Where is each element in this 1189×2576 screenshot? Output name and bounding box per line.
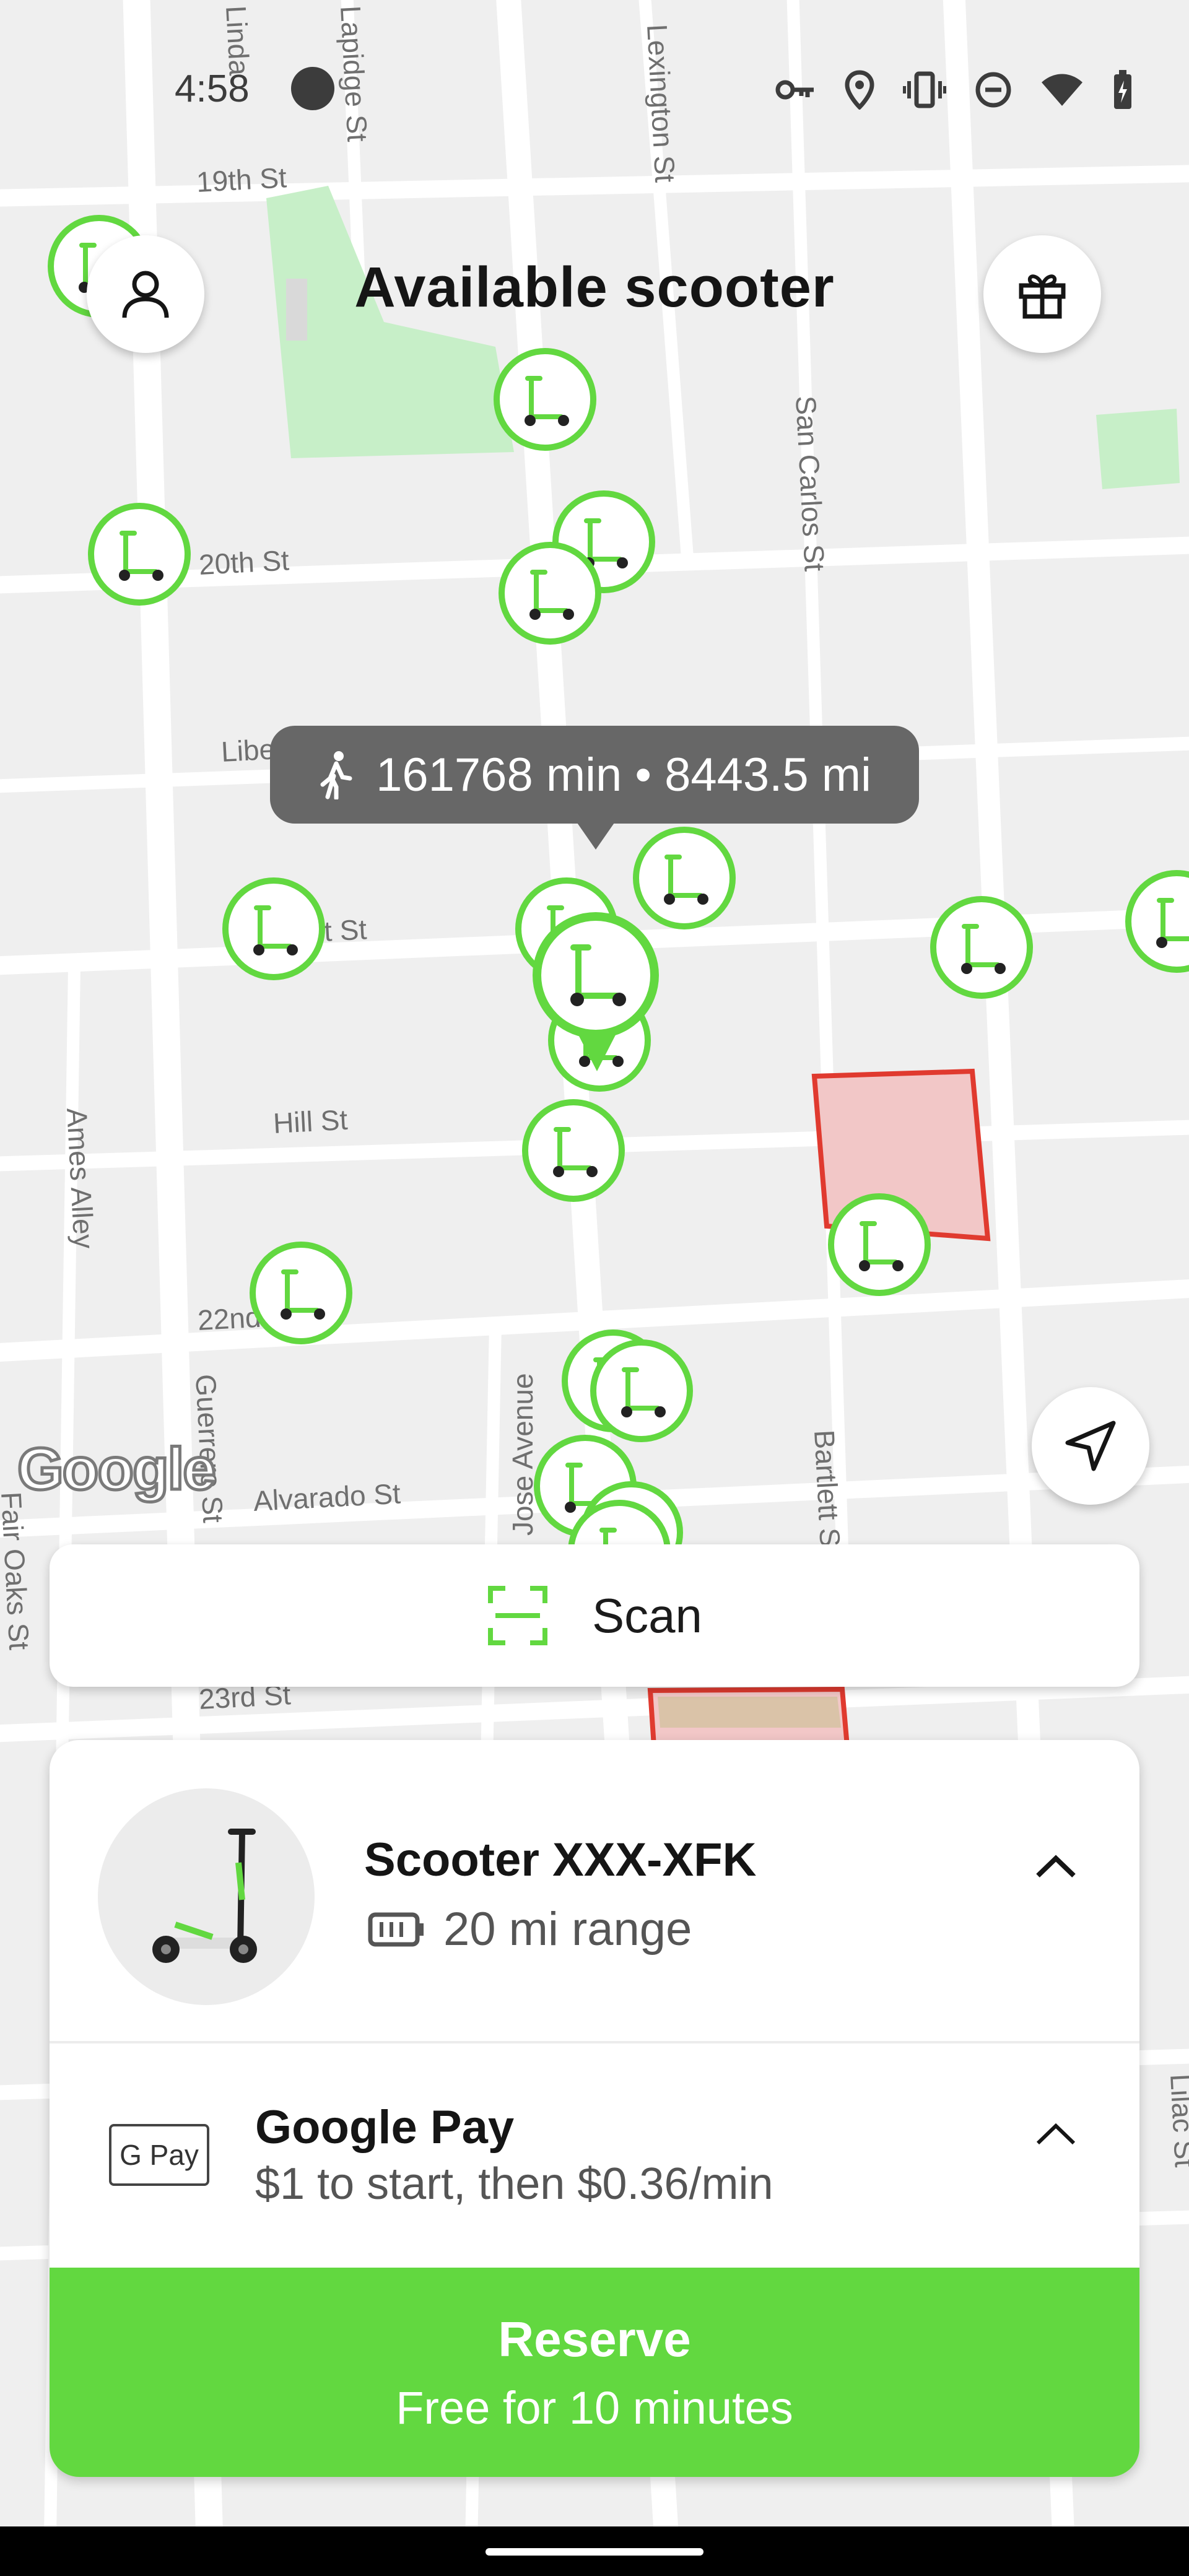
scooter-marker[interactable] bbox=[494, 349, 596, 450]
reserve-subtitle: Free for 10 minutes bbox=[396, 2382, 793, 2434]
scooter-illustration bbox=[152, 1829, 257, 1963]
scooter-marker[interactable] bbox=[523, 1100, 624, 1201]
location-icon bbox=[845, 70, 874, 110]
scooter-marker[interactable] bbox=[931, 897, 1032, 998]
gift-button[interactable] bbox=[983, 235, 1101, 353]
scan-label: Scan bbox=[592, 1588, 702, 1643]
gift-icon bbox=[1019, 274, 1066, 319]
vibrate-icon bbox=[903, 71, 946, 108]
recenter-button[interactable] bbox=[1032, 1387, 1149, 1505]
vehicle-card: Scooter XXX-XFK 20 mi range G Pay Google… bbox=[50, 1740, 1139, 2477]
distance-tooltip: 161768 min • 8443.5 mi bbox=[270, 726, 919, 824]
street-label: Linda bbox=[220, 5, 256, 77]
range-text: 20 mi range bbox=[443, 1903, 692, 1956]
scooter-marker[interactable] bbox=[89, 503, 190, 605]
street-label: Libe bbox=[220, 733, 276, 768]
expand-vehicle-button[interactable] bbox=[1028, 1838, 1084, 1894]
do-not-disturb-icon bbox=[975, 72, 1011, 108]
scooter-marker[interactable] bbox=[223, 878, 324, 980]
divider bbox=[50, 2041, 1139, 2043]
park bbox=[1096, 409, 1180, 489]
reserve-button[interactable]: Reserve Free for 10 minutes bbox=[50, 2268, 1139, 2477]
street-label: Bartlett St bbox=[808, 1429, 847, 1556]
scooter-image bbox=[98, 1788, 315, 2005]
expand-payment-button[interactable] bbox=[1028, 2105, 1084, 2161]
google-pay-badge: G Pay bbox=[109, 2124, 209, 2186]
scan-frame-icon bbox=[488, 1586, 548, 1645]
scooter-name: Scooter XXX-XFK bbox=[364, 1834, 757, 1886]
google-attribution: Google bbox=[16, 1435, 218, 1504]
home-gesture-handle[interactable] bbox=[486, 2548, 703, 2556]
scan-button[interactable]: Scan bbox=[50, 1544, 1139, 1687]
scooter-marker[interactable] bbox=[591, 1340, 692, 1442]
street-label: 19th St bbox=[196, 161, 288, 198]
scooter-marker[interactable] bbox=[634, 827, 735, 929]
reserve-title: Reserve bbox=[498, 2311, 691, 2367]
street-label: t St bbox=[323, 913, 368, 947]
battery-outline-icon bbox=[368, 1912, 424, 1946]
battery-icon bbox=[1114, 70, 1131, 109]
scooter-marker[interactable] bbox=[499, 542, 601, 644]
pricing-text: $1 to start, then $0.36/min bbox=[255, 2159, 773, 2209]
app-notification-icon bbox=[291, 67, 334, 110]
street-label: 20th St bbox=[198, 544, 290, 581]
scooter-marker[interactable] bbox=[829, 1194, 930, 1295]
wifi-icon bbox=[1042, 74, 1082, 106]
payment-method: Google Pay bbox=[255, 2101, 515, 2154]
chevron-up-icon bbox=[1036, 2123, 1076, 2145]
status-icons bbox=[775, 68, 1133, 111]
range-row: 20 mi range bbox=[368, 1902, 692, 1956]
navigation-arrow-icon bbox=[1065, 1421, 1116, 1471]
status-time: 4:58 bbox=[175, 67, 250, 110]
building-footprint bbox=[658, 1697, 841, 1728]
chevron-up-icon bbox=[1036, 1855, 1076, 1878]
walking-icon bbox=[320, 751, 352, 799]
street-label: Jose Avenue bbox=[507, 1373, 539, 1536]
distance-text: 161768 min • 8443.5 mi bbox=[376, 748, 871, 801]
scooter-marker[interactable] bbox=[250, 1242, 352, 1344]
key-icon bbox=[775, 80, 814, 100]
street-label: Hill St bbox=[272, 1103, 349, 1139]
tooltip-tail bbox=[576, 821, 616, 850]
